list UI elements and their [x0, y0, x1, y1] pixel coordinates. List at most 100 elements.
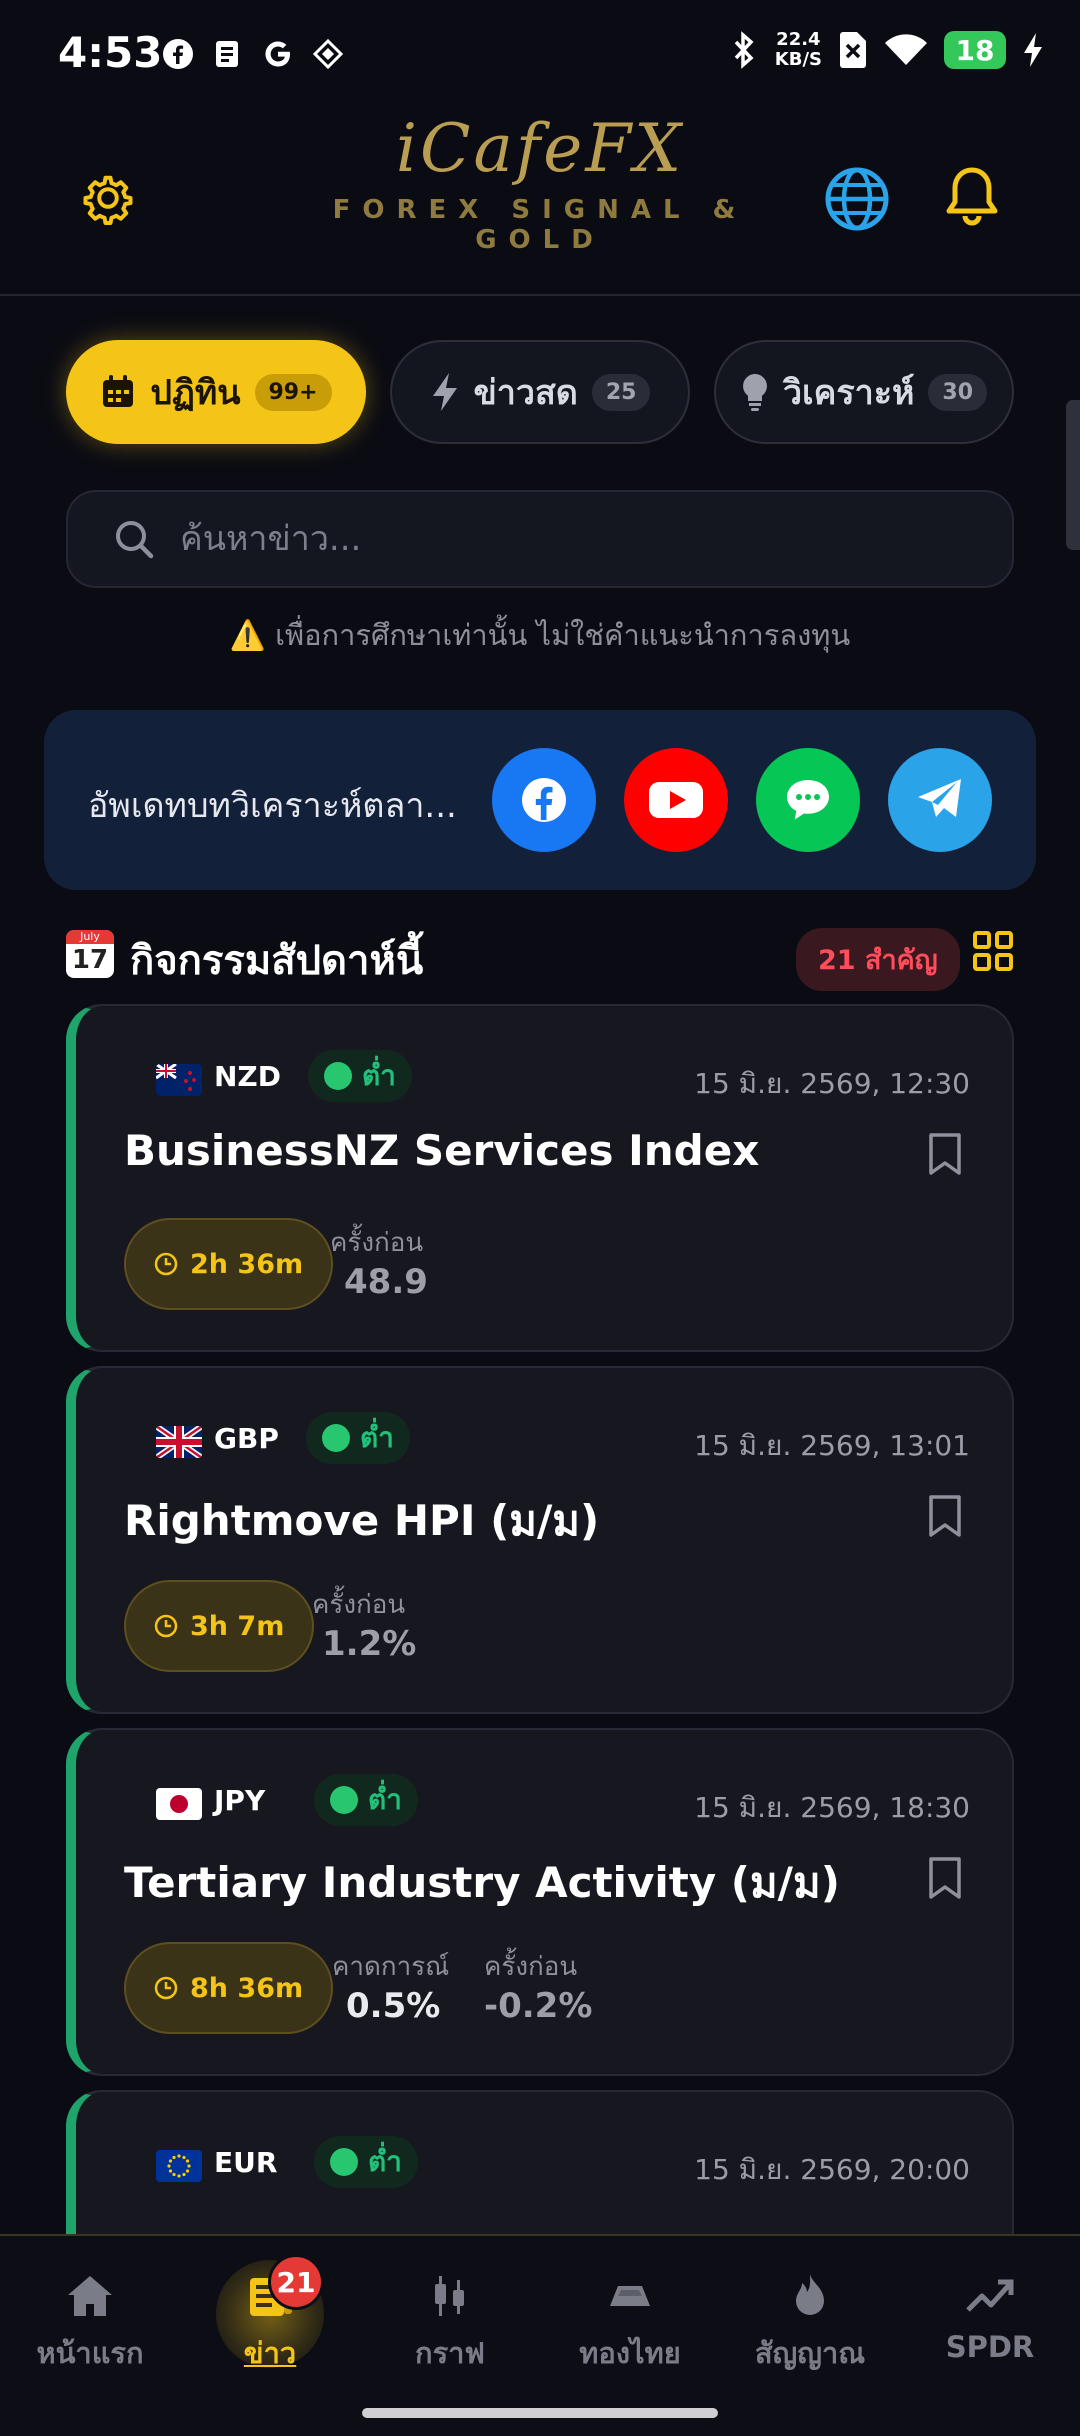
app-logo: iCafeFX FOREX SIGNAL & GOLD	[290, 110, 790, 255]
nav-chart[interactable]: กราฟ	[360, 2266, 540, 2386]
notification-icons	[160, 36, 346, 72]
event-card-nzd[interactable]: NZD ต่ำ 15 มิ.ย. 2569, 12:30 BusinessNZ …	[66, 1004, 1014, 1352]
language-globe-icon[interactable]	[824, 166, 890, 232]
youtube-button[interactable]	[624, 748, 728, 852]
bookmark-icon[interactable]	[928, 1132, 962, 1176]
impact-badge: ต่ำ	[314, 2136, 418, 2188]
calendar-emoji-icon: July 17	[66, 930, 114, 978]
bolt-icon	[432, 373, 457, 411]
grid-view-icon[interactable]	[972, 930, 1014, 972]
social-banner-text: อัพเดทบทวิเคราะห์ตลา...	[88, 786, 457, 826]
tab-live-news-count: 25	[591, 373, 651, 411]
network-speed: 22.4 KB/S	[774, 29, 822, 70]
logo-name: iCafeFX	[395, 110, 685, 187]
event-datetime: 15 มิ.ย. 2569, 18:30	[694, 1791, 970, 1824]
nz-flag-icon	[156, 1064, 202, 1096]
previous-value: -0.2%	[484, 1986, 593, 2026]
settings-gear-icon[interactable]	[78, 168, 138, 228]
telegram-icon	[918, 779, 961, 817]
battery-level: 18	[944, 31, 1006, 69]
event-card-gbp[interactable]: GBP ต่ำ 15 มิ.ย. 2569, 13:01 Rightmove H…	[66, 1366, 1014, 1714]
event-datetime: 15 มิ.ย. 2569, 12:30	[694, 1067, 970, 1100]
currency-code: GBP	[214, 1422, 279, 1455]
low-impact-dot-icon	[330, 2148, 358, 2176]
forecast-label: คาดการณ์	[332, 1952, 450, 1982]
tab-analysis[interactable]: วิเคราะห์ 30	[714, 340, 1014, 444]
nav-signals[interactable]: สัญญาณ	[720, 2266, 900, 2386]
wifi-icon	[885, 34, 927, 65]
event-countdown: 2h 36m	[124, 1218, 334, 1310]
tab-calendar-count: 99+	[254, 373, 332, 411]
line-button[interactable]	[756, 748, 860, 852]
tab-live-news[interactable]: ข่าวสด 25	[390, 340, 690, 444]
low-impact-dot-icon	[324, 1062, 352, 1090]
event-countdown: 3h 7m	[124, 1580, 315, 1672]
event-title: BusinessNZ Services Index	[124, 1126, 760, 1175]
app-header: iCafeFX FOREX SIGNAL & GOLD	[0, 110, 1080, 296]
bulb-icon	[743, 374, 767, 411]
app-notification-icon	[310, 36, 346, 72]
pdf-notification-icon	[210, 36, 246, 72]
search-icon	[116, 521, 154, 559]
search-input[interactable]	[180, 519, 940, 559]
event-title: Tertiary Industry Activity (ม/ม)	[124, 1858, 840, 1907]
clock-icon	[154, 1252, 178, 1276]
low-impact-dot-icon	[322, 1424, 350, 1452]
news-unread-badge: 21	[268, 2254, 324, 2310]
eu-flag-icon	[156, 2150, 202, 2182]
social-banner: อัพเดทบทวิเคราะห์ตลา...	[44, 710, 1036, 890]
tab-calendar-label: ปฏิทิน	[150, 373, 241, 413]
currency-code: EUR	[214, 2146, 278, 2179]
event-countdown: 8h 36m	[124, 1942, 334, 2034]
home-icon	[68, 2276, 112, 2316]
youtube-icon	[649, 782, 703, 818]
nav-thai-gold[interactable]: ทองไทย	[540, 2266, 720, 2386]
impact-badge: ต่ำ	[306, 1412, 410, 1464]
scrollbar-thumb[interactable]	[1066, 400, 1080, 550]
home-indicator[interactable]	[362, 2408, 718, 2418]
tab-analysis-count: 30	[928, 373, 988, 411]
previous-label: ครั้งก่อน	[312, 1590, 406, 1620]
event-datetime: 15 มิ.ย. 2569, 13:01	[694, 1429, 970, 1462]
bookmark-icon[interactable]	[928, 1494, 962, 1538]
tab-calendar[interactable]: ปฏิทิน 99+	[66, 340, 366, 444]
candlestick-icon	[435, 2276, 464, 2316]
trend-up-icon	[966, 2279, 1014, 2312]
telegram-button[interactable]	[888, 748, 992, 852]
previous-value: 1.2%	[322, 1624, 417, 1664]
investment-disclaimer: ⚠️ เพื่อการศึกษาเท่านั้น ไม่ใช่คำแนะนำกา…	[229, 618, 851, 652]
status-time: 4:53	[58, 28, 163, 77]
weekly-events-header: July 17 กิจกรรมสัปดาห์นี้ 21 สำคัญ	[66, 920, 1014, 991]
google-notification-icon	[260, 36, 296, 72]
previous-label: ครั้งก่อน	[330, 1228, 424, 1258]
system-icons: 22.4 KB/S 18	[729, 30, 1044, 70]
nav-spdr[interactable]: SPDR	[900, 2266, 1080, 2386]
tab-analysis-label: วิเคราะห์	[782, 373, 915, 413]
facebook-button[interactable]	[492, 748, 596, 852]
uk-flag-icon	[156, 1426, 202, 1458]
event-datetime: 15 มิ.ย. 2569, 20:00	[694, 2153, 970, 2186]
important-count-badge[interactable]: 21 สำคัญ	[796, 928, 960, 991]
category-tabs: ปฏิทิน 99+ ข่าวสด 25 วิเคราะห์ 30	[66, 340, 1014, 446]
charging-icon	[1024, 33, 1042, 67]
previous-label: ครั้งก่อน	[484, 1952, 578, 1982]
calendar-icon	[103, 375, 134, 407]
bookmark-icon[interactable]	[928, 1856, 962, 1900]
notification-bell-icon[interactable]	[944, 164, 1000, 228]
currency-code: JPY	[214, 1784, 266, 1817]
currency-code: NZD	[214, 1060, 281, 1093]
sim-off-icon	[840, 32, 866, 68]
japan-flag-icon	[156, 1788, 202, 1820]
flame-icon	[796, 2274, 824, 2315]
impact-badge: ต่ำ	[308, 1050, 412, 1102]
section-title: กิจกรรมสัปดาห์นี้	[130, 938, 424, 984]
facebook-notification-icon	[160, 36, 196, 72]
logo-subtitle: FOREX SIGNAL & GOLD	[332, 195, 748, 255]
line-chat-icon	[787, 780, 829, 820]
status-bar: 4:53 22.4 KB/S 18	[0, 0, 1080, 110]
nav-home[interactable]: หน้าแรก	[0, 2266, 180, 2386]
tab-live-news-label: ข่าวสด	[473, 373, 578, 413]
event-card-jpy[interactable]: JPY ต่ำ 15 มิ.ย. 2569, 18:30 Tertiary In…	[66, 1728, 1014, 2076]
bottom-navigation: หน้าแรก ข่าว 21 กราฟ ทองไทย สัญญาณ SPDR	[0, 2234, 1080, 2436]
forecast-value: 0.5%	[346, 1986, 441, 2026]
